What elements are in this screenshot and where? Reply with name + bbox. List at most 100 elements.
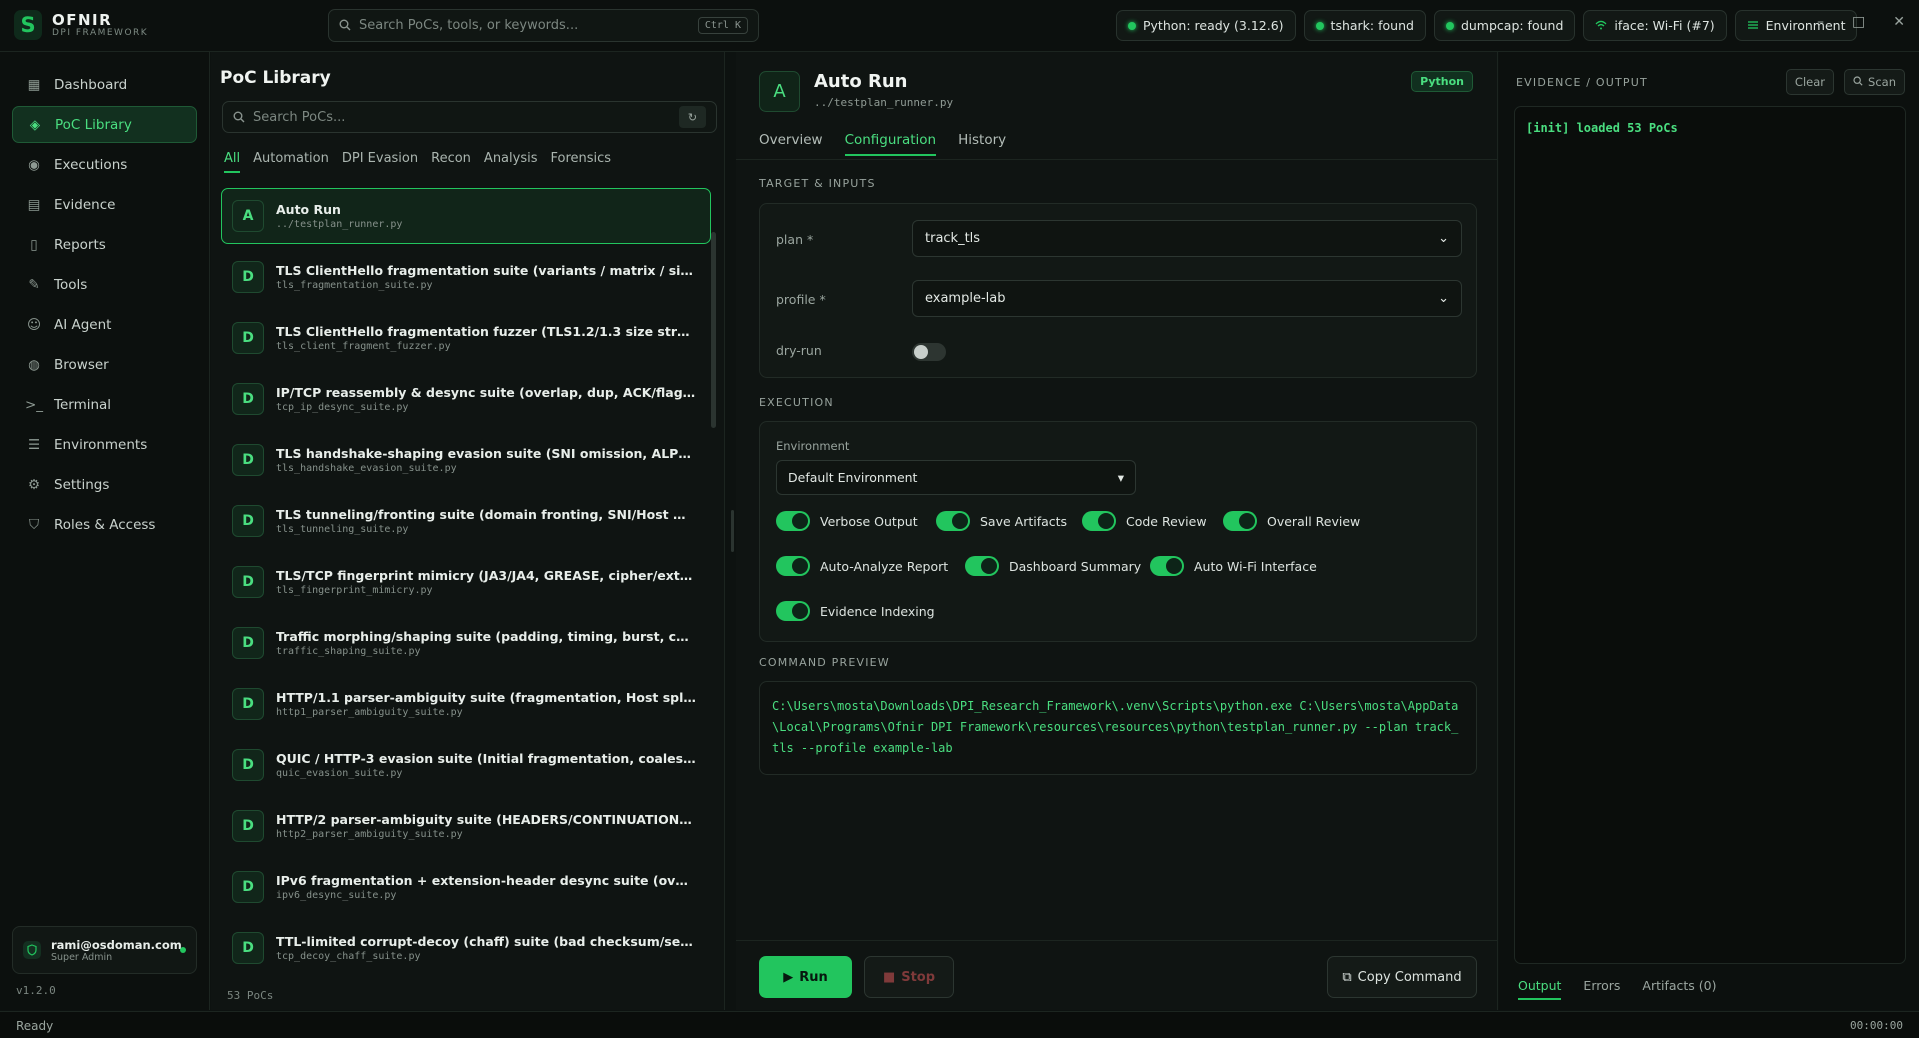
option-dashboard-summary[interactable]: Dashboard Summary bbox=[965, 556, 1141, 576]
option-overall-review[interactable]: Overall Review bbox=[1223, 511, 1360, 531]
environment-select[interactable]: Default Environment ▾ bbox=[776, 460, 1136, 495]
maximize-icon[interactable]: □ bbox=[1852, 14, 1865, 30]
stop-button[interactable]: ■ Stop bbox=[864, 956, 954, 998]
poc-item[interactable]: D Traffic morphing/shaping suite (padding… bbox=[221, 615, 711, 671]
copy-command-button[interactable]: ⧉ Copy Command bbox=[1327, 956, 1477, 998]
status-dot-icon bbox=[1445, 21, 1454, 30]
option-code-review[interactable]: Code Review bbox=[1082, 511, 1207, 531]
search-icon bbox=[339, 16, 351, 35]
filter-analysis[interactable]: Analysis bbox=[484, 151, 538, 173]
poc-item[interactable]: D TLS tunneling/fronting suite (domain fr… bbox=[221, 493, 711, 549]
plan-select[interactable]: track_tls ⌄ bbox=[912, 220, 1462, 257]
sidebar-item-dashboard[interactable]: ▦ Dashboard bbox=[12, 66, 197, 103]
library-title: PoC Library bbox=[220, 68, 331, 88]
poc-item[interactable]: D TLS/TCP fingerprint mimicry (JA3/JA4, G… bbox=[221, 554, 711, 610]
poc-badge: D bbox=[232, 688, 264, 720]
sliders-icon bbox=[1747, 18, 1759, 33]
option-save-artifacts[interactable]: Save Artifacts bbox=[936, 511, 1067, 531]
sidebar-item-ai-agent[interactable]: ☺ AI Agent bbox=[12, 306, 197, 343]
clear-button[interactable]: Clear bbox=[1785, 69, 1834, 95]
sidebar-item-reports[interactable]: ▯ Reports bbox=[12, 226, 197, 263]
chip-tshark[interactable]: tshark: found bbox=[1303, 10, 1426, 41]
refresh-icon[interactable]: ↻ bbox=[679, 106, 706, 128]
poc-item[interactable]: D HTTP/1.1 parser-ambiguity suite (fragme… bbox=[221, 676, 711, 732]
toggle-switch[interactable] bbox=[1223, 511, 1257, 531]
library-search-input[interactable] bbox=[253, 109, 671, 125]
poc-item[interactable]: D QUIC / HTTP-3 evasion suite (Initial fr… bbox=[221, 737, 711, 793]
clear-label: Clear bbox=[1794, 75, 1825, 89]
option-verbose-output[interactable]: Verbose Output bbox=[776, 511, 918, 531]
poc-item[interactable]: A Auto Run ../testplan_runner.py bbox=[221, 188, 711, 244]
run-button[interactable]: ▶ Run bbox=[759, 956, 852, 998]
filter-all[interactable]: All bbox=[224, 151, 241, 173]
chip-iface[interactable]: iface: Wi-Fi (#7) bbox=[1583, 10, 1727, 41]
tab-overview[interactable]: Overview bbox=[759, 132, 823, 156]
poc-badge: D bbox=[232, 932, 264, 964]
dry-run-toggle[interactable] bbox=[912, 343, 946, 361]
panel-resize-handle[interactable] bbox=[731, 510, 734, 552]
sidebar-item-browser[interactable]: ◍ Browser bbox=[12, 346, 197, 383]
stop-icon: ■ bbox=[882, 969, 896, 985]
poc-badge: D bbox=[232, 444, 264, 476]
option-auto-analyze-report[interactable]: Auto-Analyze Report bbox=[776, 556, 948, 576]
toggle-switch[interactable] bbox=[776, 601, 810, 621]
poc-file: tls_tunneling_suite.py bbox=[276, 524, 409, 535]
toggle-switch[interactable] bbox=[936, 511, 970, 531]
toggle-switch[interactable] bbox=[965, 556, 999, 576]
tab-configuration[interactable]: Configuration bbox=[844, 132, 937, 156]
command-preview: C:\Users\mosta\Downloads\DPI_Research_Fr… bbox=[759, 681, 1477, 775]
scan-button[interactable]: Scan bbox=[1844, 69, 1905, 95]
filter-recon[interactable]: Recon bbox=[431, 151, 471, 173]
poc-item[interactable]: D TTL-limited corrupt-decoy (chaff) suite… bbox=[221, 920, 711, 976]
app-window: S OFNIR DPI FRAMEWORK Ctrl K Python: rea… bbox=[0, 0, 1919, 1038]
copy-label: Copy Command bbox=[1357, 969, 1462, 985]
tab-history[interactable]: History bbox=[958, 132, 1006, 156]
filter-forensics[interactable]: Forensics bbox=[550, 151, 611, 173]
sidebar-item-evidence[interactable]: ▤ Evidence bbox=[12, 186, 197, 223]
sidebar-item-executions[interactable]: ◉ Executions bbox=[12, 146, 197, 183]
filter-dpi-evasion[interactable]: DPI Evasion bbox=[342, 151, 418, 173]
poc-badge: D bbox=[232, 566, 264, 598]
close-icon[interactable]: ✕ bbox=[1893, 14, 1905, 30]
poc-item[interactable]: D TLS handshake-shaping evasion suite (SN… bbox=[221, 432, 711, 488]
sidebar-item-poc-library[interactable]: ◈ PoC Library bbox=[12, 106, 197, 143]
section-command-preview: COMMAND PREVIEW bbox=[759, 656, 890, 669]
environment-value: Default Environment bbox=[788, 470, 918, 485]
poc-item[interactable]: D IP/TCP reassembly & desync suite (overl… bbox=[221, 371, 711, 427]
toggle-switch[interactable] bbox=[776, 511, 810, 531]
library-search[interactable]: ↻ bbox=[222, 101, 717, 133]
toggle-switch[interactable] bbox=[776, 556, 810, 576]
sidebar-item-environments[interactable]: ☰ Environments bbox=[12, 426, 197, 463]
option-auto-wifi-interface[interactable]: Auto Wi-Fi Interface bbox=[1150, 556, 1317, 576]
chip-dumpcap[interactable]: dumpcap: found bbox=[1433, 10, 1576, 41]
option-evidence-indexing[interactable]: Evidence Indexing bbox=[776, 601, 935, 621]
toggle-switch[interactable] bbox=[1082, 511, 1116, 531]
sidebar-item-terminal[interactable]: >_ Terminal bbox=[12, 386, 197, 423]
app-subtitle: DPI FRAMEWORK bbox=[52, 27, 149, 38]
search-icon bbox=[233, 108, 245, 127]
status-text: Ready bbox=[16, 1019, 54, 1033]
poc-item[interactable]: D IPv6 fragmentation + extension-header d… bbox=[221, 859, 711, 915]
tab-artifacts[interactable]: Artifacts (0) bbox=[1642, 978, 1716, 1000]
poc-detail-panel: A Auto Run ../testplan_runner.py Python … bbox=[736, 52, 1498, 1010]
poc-file: tls_fragmentation_suite.py bbox=[276, 280, 433, 291]
library-scrollbar[interactable] bbox=[711, 232, 716, 428]
filter-automation[interactable]: Automation bbox=[253, 151, 329, 173]
global-search[interactable]: Ctrl K bbox=[328, 9, 759, 42]
poc-name: Auto Run bbox=[276, 202, 341, 217]
poc-item[interactable]: D HTTP/2 parser-ambiguity suite (HEADERS/… bbox=[221, 798, 711, 854]
sidebar-item-roles-access[interactable]: ⛉ Roles & Access bbox=[12, 506, 197, 543]
poc-item[interactable]: D TLS ClientHello fragmentation fuzzer (T… bbox=[221, 310, 711, 366]
toggle-switch[interactable] bbox=[1150, 556, 1184, 576]
sidebar-item-tools[interactable]: ✎ Tools bbox=[12, 266, 197, 303]
poc-item[interactable]: D TLS ClientHello fragmentation suite (va… bbox=[221, 249, 711, 305]
user-card[interactable]: rami@osdoman.com Super Admin bbox=[12, 926, 197, 974]
chip-python[interactable]: Python: ready (3.12.6) bbox=[1116, 10, 1296, 41]
profile-select[interactable]: example-lab ⌄ bbox=[912, 280, 1462, 317]
scan-label: Scan bbox=[1868, 75, 1896, 89]
minimize-icon[interactable]: – bbox=[1817, 14, 1824, 30]
global-search-input[interactable] bbox=[359, 18, 690, 33]
tab-errors[interactable]: Errors bbox=[1583, 978, 1620, 1000]
sidebar-item-settings[interactable]: ⚙ Settings bbox=[12, 466, 197, 503]
tab-output[interactable]: Output bbox=[1518, 978, 1562, 1000]
